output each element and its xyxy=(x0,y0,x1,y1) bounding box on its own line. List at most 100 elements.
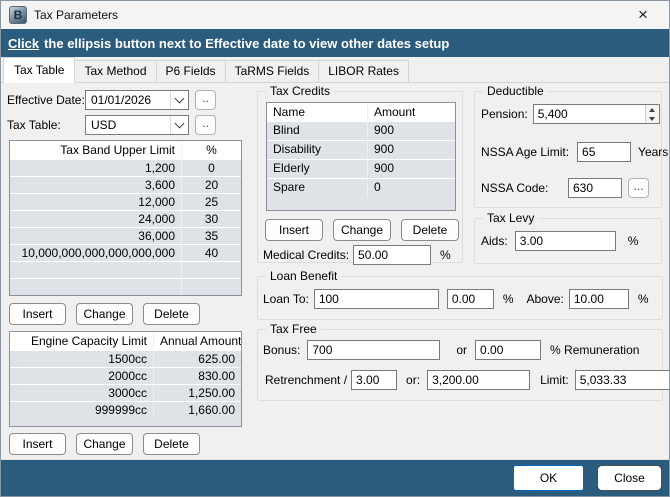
change-button[interactable]: Change xyxy=(333,219,391,241)
table-row[interactable] xyxy=(10,261,241,278)
close-icon[interactable]: × xyxy=(631,4,655,26)
tab-tax-table[interactable]: Tax Table xyxy=(3,57,76,83)
tax-free-group: Tax Free Bonus: or % Remuneration Retren… xyxy=(257,322,669,401)
table-cell: 35 xyxy=(181,228,241,244)
retrenchment-label: Retrenchment / xyxy=(265,373,348,387)
tax-credits-title: Tax Credits xyxy=(266,84,335,98)
insert-button[interactable]: Insert xyxy=(265,219,323,241)
banner-click-link[interactable]: Click xyxy=(8,36,39,51)
spinner-down-icon[interactable] xyxy=(645,114,659,123)
column-header: Annual Amount xyxy=(153,332,241,350)
tax-band-table: Tax Band Upper Limit % 1,200 0 3,600 20 12,0… xyxy=(9,140,242,296)
delete-button[interactable]: Delete xyxy=(143,303,200,325)
table-cell xyxy=(181,279,241,295)
window-title: Tax Parameters xyxy=(34,8,119,22)
change-button[interactable]: Change xyxy=(76,433,133,455)
loan-benefit-title: Loan Benefit xyxy=(266,269,342,283)
table-row[interactable]: 12,000 25 xyxy=(10,193,241,210)
tab-p6-fields[interactable]: P6 Fields xyxy=(155,60,226,82)
table-row[interactable]: 1,200 0 xyxy=(10,159,241,176)
nssa-code-ellipsis-button[interactable]: ... xyxy=(628,178,649,198)
table-row[interactable]: 999999cc 1,660.00 xyxy=(10,401,241,418)
table-cell: 12,000 xyxy=(138,195,175,209)
table-cell: 1,660.00 xyxy=(153,402,241,418)
nssa-code-label: NSSA Code: xyxy=(481,181,549,195)
aids-input[interactable] xyxy=(514,231,616,251)
tax-levy-group: Tax Levy Aids: % xyxy=(474,211,662,264)
table-row[interactable]: 3000cc 1,250.00 xyxy=(10,384,241,401)
bonus-percent-input[interactable] xyxy=(475,340,542,360)
table-cell: 999999cc xyxy=(94,403,147,417)
table-row[interactable]: 3,600 20 xyxy=(10,176,241,193)
tax-free-title: Tax Free xyxy=(266,322,321,336)
tax-table-ellipsis-button[interactable]: .. xyxy=(195,115,216,135)
insert-button[interactable]: Insert xyxy=(9,433,66,455)
table-row[interactable]: 10,000,000,000,000,000,000 40 xyxy=(10,244,241,261)
table-cell: 3000cc xyxy=(108,386,147,400)
tax-credits-table-header: Name Amount xyxy=(267,103,455,121)
nssa-age-input[interactable] xyxy=(577,142,632,162)
tax-table-label: Tax Table: xyxy=(7,118,61,132)
table-row[interactable]: Elderly 900 xyxy=(267,159,455,178)
table-cell: 30 xyxy=(181,211,241,227)
table-cell: 900 xyxy=(367,122,455,140)
engine-capacity-actions: Insert Change Delete xyxy=(9,433,200,455)
tab-tarms-fields[interactable]: TaRMS Fields xyxy=(224,60,320,82)
medical-credits-input[interactable] xyxy=(353,245,432,265)
tab-libor-rates[interactable]: LIBOR Rates xyxy=(318,60,409,82)
years-label: Years xyxy=(638,145,669,159)
delete-button[interactable]: Delete xyxy=(401,219,459,241)
tab-content: Effective Date: 01/01/2026 .. Tax Table:… xyxy=(1,83,669,461)
effective-date-ellipsis-button[interactable]: .. xyxy=(195,90,216,110)
column-header: Tax Band Upper Limit xyxy=(60,143,175,157)
table-row[interactable]: 24,000 30 xyxy=(10,210,241,227)
spinner-up-icon[interactable] xyxy=(645,105,659,114)
table-cell: 900 xyxy=(367,160,455,178)
ok-button[interactable]: OK xyxy=(513,465,584,491)
insert-button[interactable]: Insert xyxy=(9,303,66,325)
table-cell: 24,000 xyxy=(138,212,175,226)
pension-row: Pension: xyxy=(481,104,660,124)
limit-label: Limit: xyxy=(540,373,569,387)
tax-table-combobox[interactable]: USD xyxy=(85,115,189,135)
app-icon: B xyxy=(9,6,27,24)
nssa-age-row: NSSA Age Limit: Years xyxy=(481,142,668,162)
limit-input[interactable] xyxy=(574,370,669,390)
table-cell: Spare xyxy=(273,180,306,194)
bonus-row: Bonus: or % Remuneration xyxy=(263,340,639,360)
tab-strip: Tax Table Tax Method P6 Fields TaRMS Fie… xyxy=(1,57,669,83)
table-row[interactable]: Spare 0 xyxy=(267,178,455,197)
column-header: Name xyxy=(273,105,306,119)
percent-label: % xyxy=(637,292,649,306)
retrenchment-input[interactable] xyxy=(351,370,398,390)
table-row[interactable]: 36,000 35 xyxy=(10,227,241,244)
table-cell: 20 xyxy=(181,177,241,193)
table-row[interactable]: 2000cc 830.00 xyxy=(10,367,241,384)
table-row[interactable] xyxy=(10,278,241,295)
table-cell: 3,600 xyxy=(144,178,175,192)
bonus-input[interactable] xyxy=(307,340,441,360)
loan-rate-input[interactable] xyxy=(446,289,494,309)
table-cell: 25 xyxy=(181,194,241,210)
effective-date-combobox[interactable]: 01/01/2026 xyxy=(85,90,189,110)
table-row[interactable]: 1500cc 625.00 xyxy=(10,350,241,367)
loan-to-input[interactable] xyxy=(313,289,439,309)
pension-label: Pension: xyxy=(481,107,528,121)
tax-credits-actions: Insert Change Delete xyxy=(265,219,459,241)
engine-capacity-table-header: Engine Capacity Limit Annual Amount xyxy=(10,332,241,350)
or-label: or xyxy=(456,343,468,357)
change-button[interactable]: Change xyxy=(76,303,133,325)
above-input[interactable] xyxy=(568,289,629,309)
delete-button[interactable]: Delete xyxy=(143,433,200,455)
close-button[interactable]: Close xyxy=(597,465,662,491)
chevron-down-icon[interactable] xyxy=(170,116,188,134)
tab-tax-method[interactable]: Tax Method xyxy=(74,60,157,82)
loan-to-label: Loan To: xyxy=(263,292,309,306)
nssa-code-input[interactable] xyxy=(568,178,622,198)
table-cell: 10,000,000,000,000,000,000 xyxy=(21,246,175,260)
retrenchment-amount-input[interactable] xyxy=(427,370,531,390)
chevron-down-icon[interactable] xyxy=(170,91,188,109)
pension-input[interactable] xyxy=(532,104,660,124)
table-row[interactable]: Blind 900 xyxy=(267,121,455,140)
table-row[interactable]: Disability 900 xyxy=(267,140,455,159)
